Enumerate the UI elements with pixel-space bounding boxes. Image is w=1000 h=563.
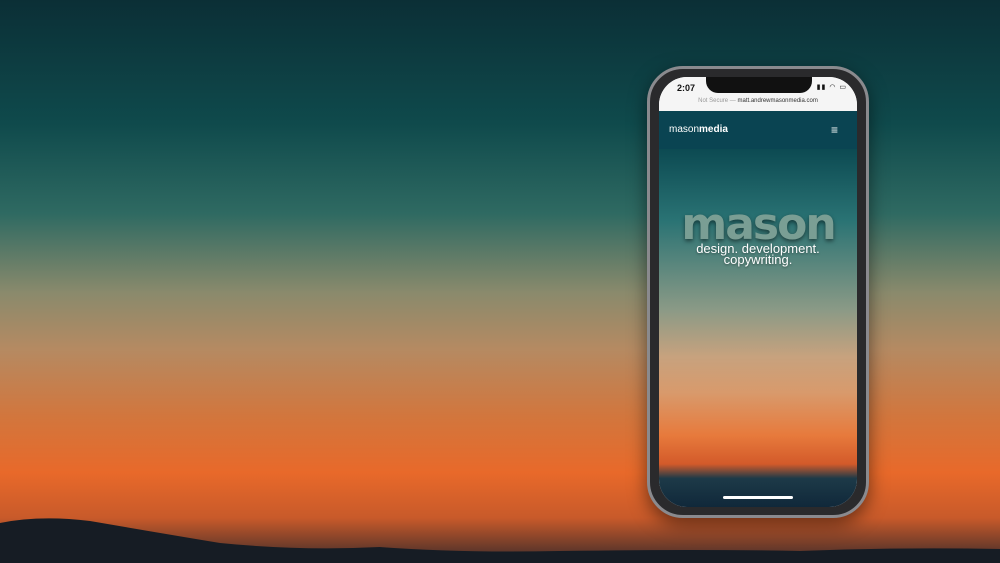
- phone-mockup: 2:07 ▮▮ ◠ ▭ Not Secure — matt.andrewmaso…: [647, 66, 869, 518]
- site-logo[interactable]: masonmedia: [669, 124, 728, 135]
- url-text: matt.andrewmasonmedia.com: [737, 98, 818, 104]
- site-nav: masonmedia ≡: [659, 111, 857, 149]
- tagline-line-2: copywriting.: [723, 252, 793, 267]
- hamburger-menu-icon[interactable]: ≡: [831, 124, 843, 136]
- not-secure-label: Not Secure —: [698, 98, 736, 104]
- phone-screen: 2:07 ▮▮ ◠ ▭ Not Secure — matt.andrewmaso…: [659, 77, 857, 507]
- notch: [706, 77, 812, 93]
- hero: mason design. development. copywriting.: [659, 149, 857, 507]
- logo-bold: media: [699, 124, 728, 135]
- logo-light: mason: [669, 124, 700, 135]
- hero-tagline: design. development. copywriting.: [659, 242, 857, 267]
- status-time: 2:07: [677, 83, 696, 93]
- address-bar[interactable]: Not Secure — matt.andrewmasonmedia.com: [659, 98, 857, 104]
- home-indicator[interactable]: [723, 496, 793, 499]
- signal-wifi-battery-icon: ▮▮ ◠ ▭: [816, 84, 847, 91]
